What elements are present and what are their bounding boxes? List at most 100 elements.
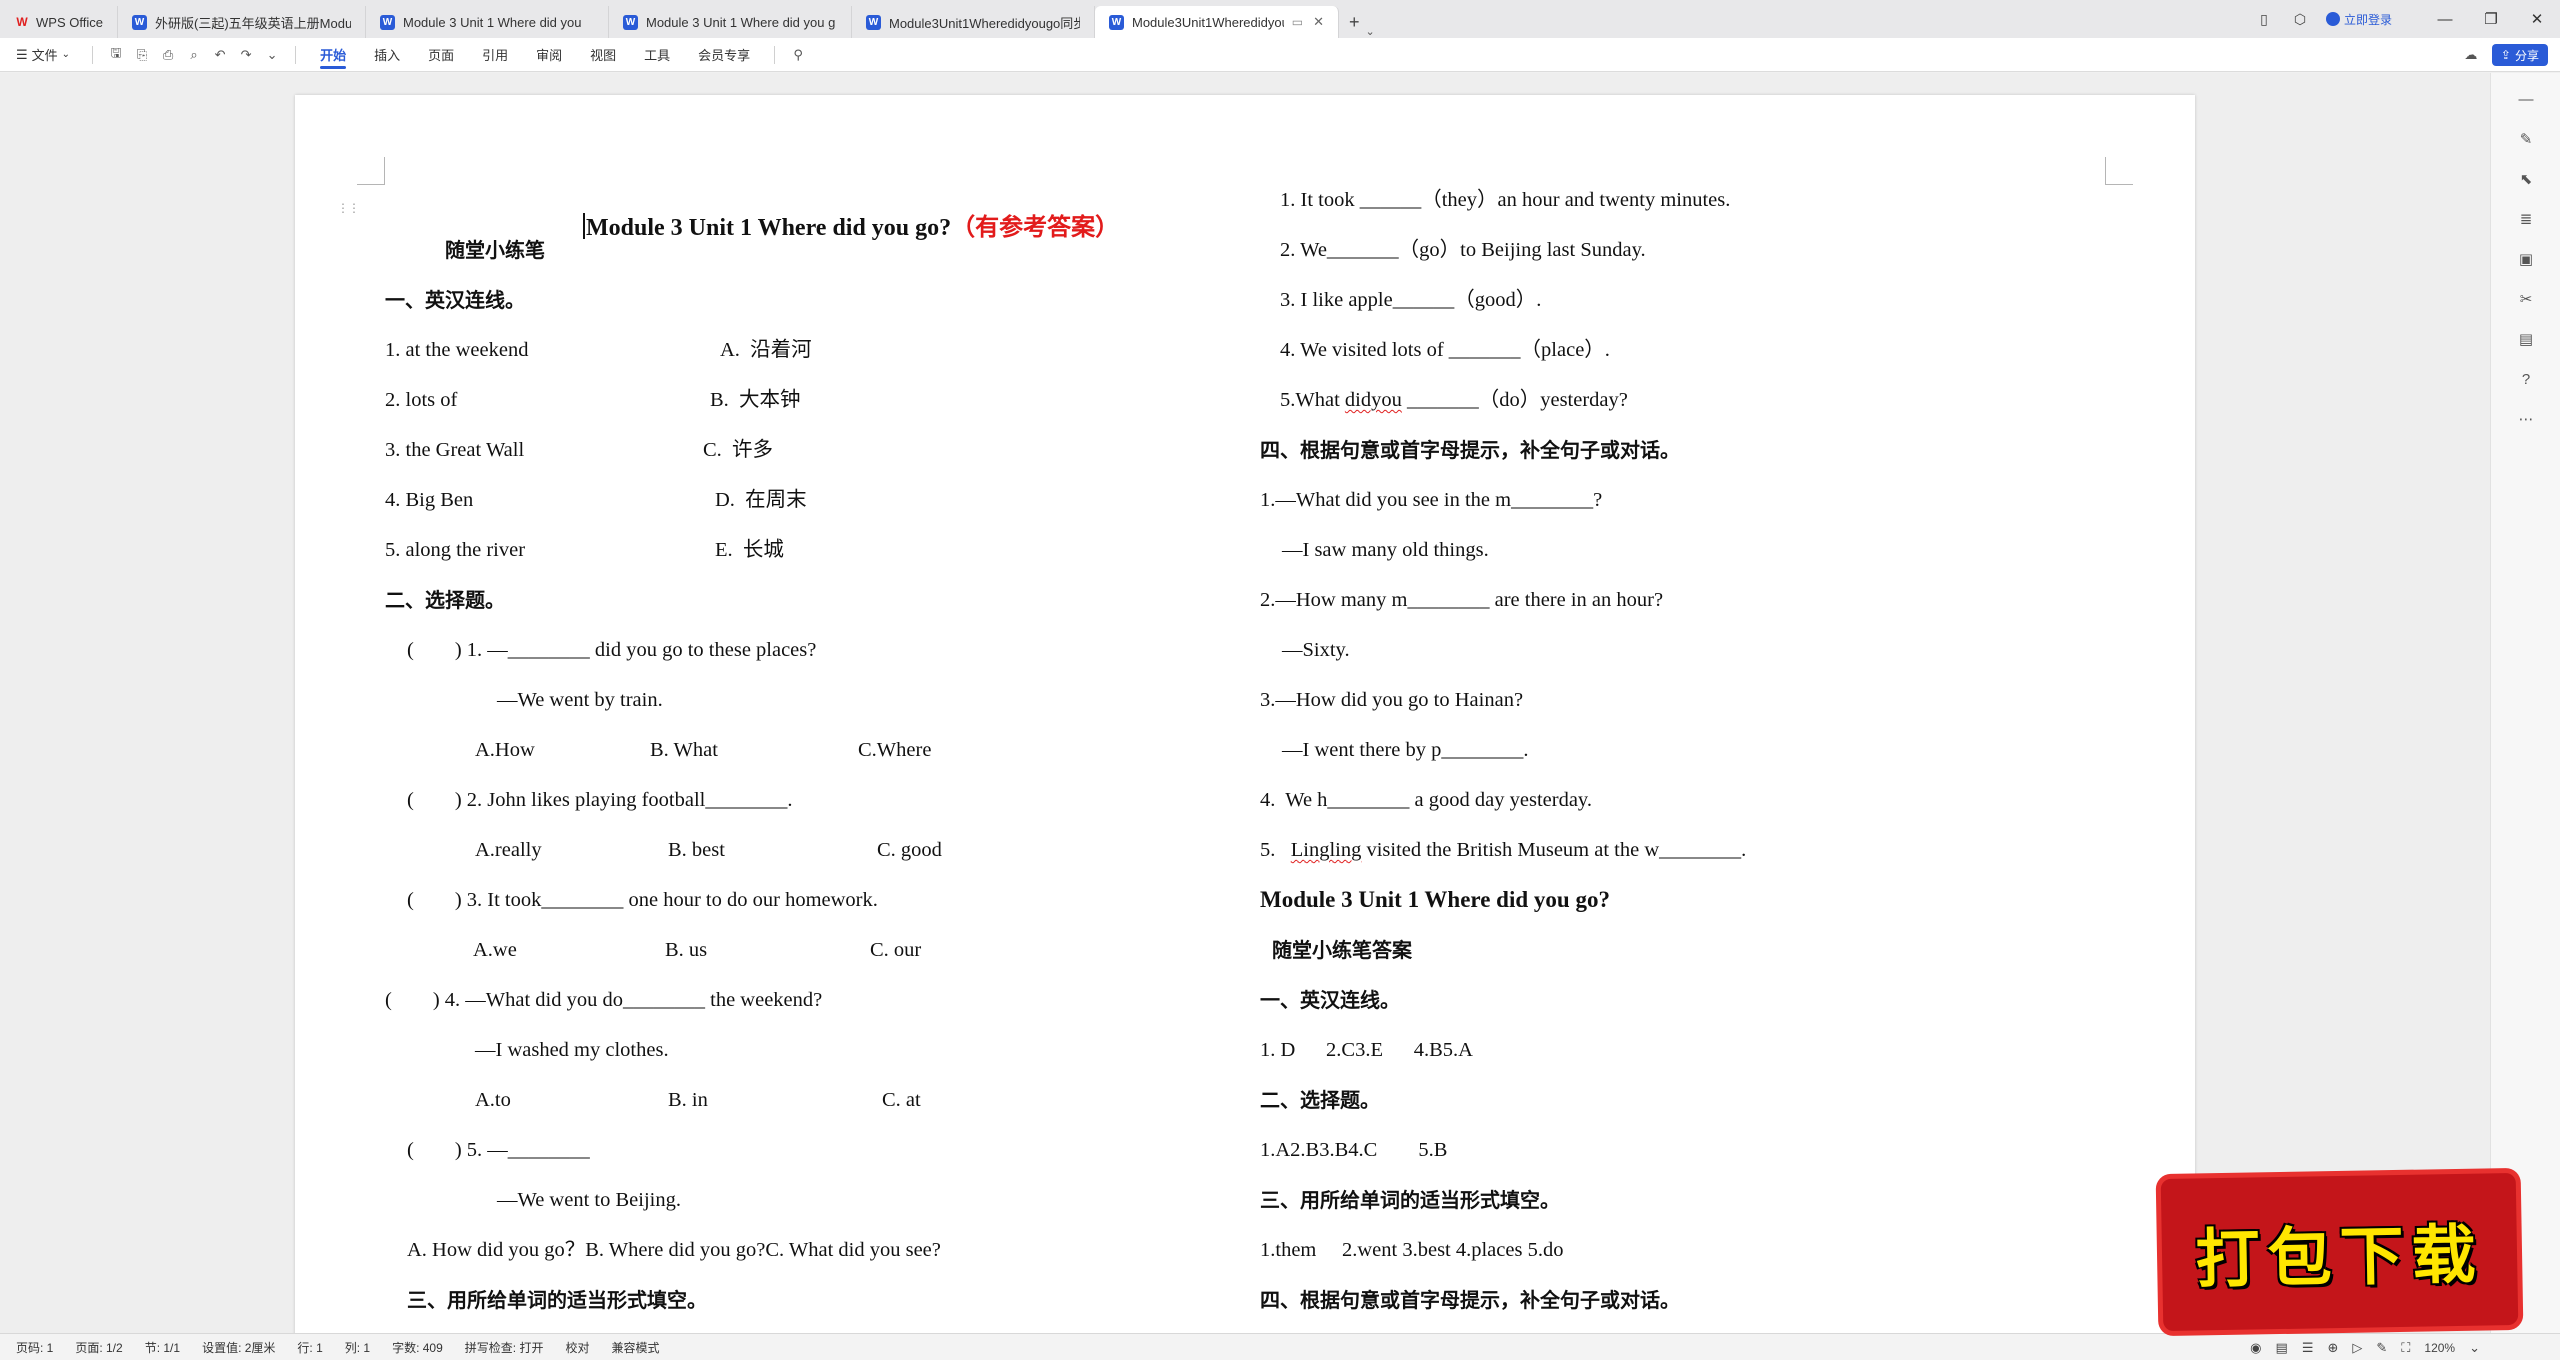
wps-logo-icon: W xyxy=(16,15,28,29)
close-window-button[interactable]: ✕ xyxy=(2514,0,2560,38)
word-icon: W xyxy=(380,14,395,30)
ribbon-right: ☁ ⇪ 分享 xyxy=(2458,38,2548,72)
answer-title: Module 3 Unit 1 Where did you go? xyxy=(1260,887,1610,912)
option: C. our xyxy=(870,939,922,961)
more-options-icon[interactable]: ⋯ xyxy=(2514,407,2538,431)
format-icon[interactable]: ≣ xyxy=(2514,207,2538,231)
tab-document-active[interactable]: W Module3Unit1Wheredidyou ▭ ✕ xyxy=(1095,6,1339,38)
document-workspace[interactable]: ⋮⋮ Module 3 Unit 1 Where did you go?（有参考… xyxy=(0,73,2490,1333)
chevron-down-icon[interactable]: ⌄ xyxy=(1366,25,1375,38)
layout-icon[interactable]: ▯ xyxy=(2246,0,2282,38)
more-icon[interactable]: ⌄ xyxy=(261,44,283,66)
status-row[interactable]: 行: 1 xyxy=(297,1339,322,1356)
export-icon[interactable]: ⎘ xyxy=(131,44,153,66)
dialog-line: 3.—How did you go to Hainan? xyxy=(1260,689,1524,711)
word-icon: W xyxy=(1109,14,1124,30)
tab-member[interactable]: 会员专享 xyxy=(684,38,764,72)
tab-wps-office[interactable]: W WPS Office xyxy=(0,6,118,38)
download-banner[interactable]: 打包下载 xyxy=(2160,1172,2519,1332)
status-section[interactable]: 节: 1/1 xyxy=(145,1339,180,1356)
fit-icon[interactable]: ⛶ xyxy=(2401,1340,2410,1356)
tab-document-3[interactable]: W Module 3 Unit 1 Where did you g xyxy=(609,6,852,38)
tab-label: 外研版(三起)五年级英语上册Module xyxy=(155,15,351,31)
section-heading: 二、选择题。 xyxy=(385,588,505,612)
section-heading: 四、根据句意或首字母提示，补全句子或对话。 xyxy=(1260,438,1680,462)
word-icon: W xyxy=(132,14,147,30)
title-bar: W WPS Office W 外研版(三起)五年级英语上册Module W Mo… xyxy=(0,0,2560,38)
tab-view[interactable]: 视图 xyxy=(576,38,630,72)
tab-label: Module 3 Unit 1 Where did you xyxy=(403,14,582,30)
chevron-down-icon: ⌄ xyxy=(61,49,71,60)
help-icon[interactable]: ? xyxy=(2514,367,2538,391)
login-button[interactable]: 立即登录 xyxy=(2325,11,2392,28)
match-item-zh: E. 长城 xyxy=(715,539,784,561)
play-icon[interactable]: ▷ xyxy=(2352,1340,2362,1356)
restore-button[interactable]: ❐ xyxy=(2468,0,2514,38)
outline-icon[interactable]: ☰ xyxy=(2302,1340,2314,1356)
question: ( ) 4. —What did you do________ the week… xyxy=(385,989,823,1011)
tools-icon[interactable]: ✂ xyxy=(2514,287,2538,311)
book-icon[interactable]: ▤ xyxy=(2514,327,2538,351)
cloud-icon[interactable]: ☁ xyxy=(2460,44,2482,66)
match-item-en: 3. the Great Wall xyxy=(385,439,525,461)
tab-tools[interactable]: 工具 xyxy=(630,38,684,72)
status-page-number[interactable]: 页码: 1 xyxy=(16,1339,53,1356)
minimize-button[interactable]: — xyxy=(2422,0,2468,38)
page-view-icon[interactable]: ▤ xyxy=(2276,1340,2288,1356)
tab-review[interactable]: 审阅 xyxy=(522,38,576,72)
option: C. at xyxy=(882,1089,921,1111)
status-pages[interactable]: 页面: 1/2 xyxy=(75,1339,122,1356)
tab-document-1[interactable]: W 外研版(三起)五年级英语上册Module xyxy=(118,6,366,38)
status-compat-mode[interactable]: 兼容模式 xyxy=(611,1339,659,1356)
section-heading: 三、用所给单词的适当形式填空。 xyxy=(1260,1188,1560,1212)
fill-item-prefix: 5.What xyxy=(1280,389,1345,411)
section-heading: 一、英汉连线。 xyxy=(385,288,525,312)
document-page[interactable]: ⋮⋮ Module 3 Unit 1 Where did you go?（有参考… xyxy=(295,95,2195,1333)
print-icon[interactable]: ⎙ xyxy=(157,44,179,66)
section-heading: 四、根据句意或首字母提示，补全句子或对话。 xyxy=(1260,1288,1680,1312)
zoom-level[interactable]: 120% xyxy=(2424,1341,2455,1355)
fill-item: 3. I like apple______（good）. xyxy=(1280,289,1542,311)
image-icon[interactable]: ▣ xyxy=(2514,247,2538,271)
eye-icon[interactable]: ◉ xyxy=(2250,1340,2261,1356)
document-title[interactable]: Module 3 Unit 1 Where did you go?（有参考答案） xyxy=(535,187,1119,267)
tab-insert[interactable]: 插入 xyxy=(360,38,414,72)
redo-icon[interactable]: ↷ xyxy=(235,44,257,66)
search-icon[interactable]: ⚲ xyxy=(787,44,809,66)
close-tab-icon[interactable]: ✕ xyxy=(1313,14,1324,30)
drag-handle-icon[interactable]: ⋮⋮ xyxy=(337,201,360,215)
tab-page[interactable]: 页面 xyxy=(414,38,468,72)
share-label: 分享 xyxy=(2514,48,2539,63)
tab-document-4[interactable]: W Module3Unit1Wheredidyougo同步 xyxy=(852,6,1095,38)
preview-icon[interactable]: ⌕ xyxy=(183,44,205,66)
cube-icon[interactable]: ⬡ xyxy=(2282,0,2318,38)
status-column[interactable]: 列: 1 xyxy=(345,1339,370,1356)
web-view-icon[interactable]: ⊕ xyxy=(2327,1340,2338,1356)
write-icon[interactable]: ✎ xyxy=(2376,1340,2387,1356)
select-icon[interactable]: ⬉ xyxy=(2514,167,2538,191)
ribbon-bar: ☰ 文件 ⌄ 🖫 ⎘ ⎙ ⌕ ↶ ↷ ⌄ 开始 插入 页面 引用 审阅 视图 工… xyxy=(0,38,2560,72)
pen-icon[interactable]: ✎ xyxy=(2514,127,2538,151)
zoom-menu-icon[interactable]: ⌄ xyxy=(2469,1340,2480,1356)
match-item-en: 2. lots of xyxy=(385,389,458,411)
tab-home[interactable]: 开始 xyxy=(306,38,360,72)
dialog-line: 5. Lingling visited the British Museum a… xyxy=(1260,837,1746,863)
undo-icon[interactable]: ↶ xyxy=(209,44,231,66)
save-icon[interactable]: 🖫 xyxy=(105,44,127,66)
tab-document-2[interactable]: W Module 3 Unit 1 Where did you xyxy=(366,6,609,38)
divider xyxy=(295,45,297,64)
file-menu[interactable]: ☰ 文件 ⌄ xyxy=(0,45,82,64)
misspelled-word[interactable]: didyou xyxy=(1345,389,1402,411)
comment-icon[interactable]: ▭ xyxy=(1292,15,1303,29)
misspelled-word[interactable]: Lingling xyxy=(1291,839,1362,861)
share-button[interactable]: ⇪ 分享 xyxy=(2491,44,2548,66)
status-proofread[interactable]: 校对 xyxy=(565,1339,589,1356)
tab-label: Module 3 Unit 1 Where did you g xyxy=(646,14,836,30)
status-word-count[interactable]: 字数: 409 xyxy=(392,1339,443,1356)
collapse-icon[interactable]: — xyxy=(2514,87,2538,111)
status-spell-check[interactable]: 拼写检查: 打开 xyxy=(465,1339,544,1356)
tab-references[interactable]: 引用 xyxy=(468,38,522,72)
dialog-line: —Sixty. xyxy=(1282,639,1350,661)
status-setting[interactable]: 设置值: 2厘米 xyxy=(202,1339,275,1356)
share-icon: ⇪ xyxy=(2500,48,2511,62)
